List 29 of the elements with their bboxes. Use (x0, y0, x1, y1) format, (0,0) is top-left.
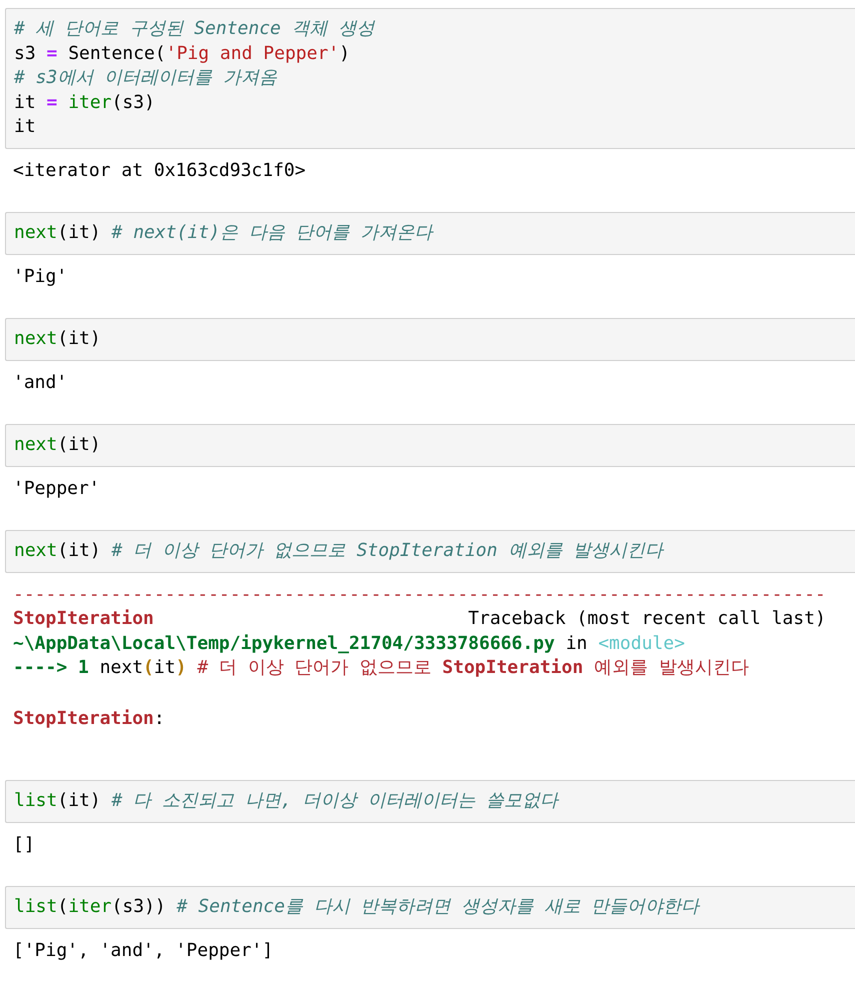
code-line: it = iter(s3) (14, 90, 155, 114)
code-cell[interactable]: next(it) # next(it)은 다음 단어를 가져온다 (5, 212, 855, 254)
code-cell[interactable]: next(it) (5, 318, 855, 360)
output-line: 'and' (13, 370, 68, 394)
code-line: next(it) # next(it)은 다음 단어를 가져온다 (14, 221, 432, 245)
traceback-line: StopIteration: (13, 706, 165, 730)
code-cell[interactable]: list(it) # 다 소진되고 나면, 더이상 이터레이터는 쓸모없다 (5, 780, 855, 822)
code-cell[interactable]: next(it) (5, 424, 855, 466)
code-cell[interactable]: next(it) # 더 이상 단어가 없으므로 StopIteration 예외를 발생시킨다 (5, 530, 855, 572)
traceback-line: ~\AppData\Local\Temp/ipykernel_21704/3333786666.py in <module> (13, 632, 685, 656)
code-line: list(iter(s3)) # Sentence를 다시 반복하려면 생성자를 새로 만들어야한다 (14, 895, 700, 919)
traceback-line: StopIteration Traceback (most recent call last) (13, 607, 826, 631)
traceback-line: --------------------------------------------------------------------------- (13, 582, 826, 606)
code-line: next(it) (14, 327, 101, 351)
code-line: it (14, 115, 36, 139)
code-cell[interactable]: list(iter(s3)) # Sentence를 다시 반복하려면 생성자를 새로 만들어야한다 (5, 886, 855, 928)
output-line: ['Pig', 'and', 'Pepper'] (13, 938, 274, 962)
code-line: next(it) (14, 433, 101, 457)
output-line: [] (13, 832, 35, 856)
code-line: # s3에서 이터레이터를 가져옴 (14, 66, 278, 90)
code-line: list(it) # 다 소진되고 나면, 더이상 이터레이터는 쓸모없다 (14, 789, 558, 813)
code-cell[interactable]: # 세 단어로 구성된 Sentence 객체 생성 s3 = Sentence('Pig and Pepper') # s3에서 이터레이터를 가져옴 it = iter(s3) it (5, 8, 855, 148)
code-line: # 세 단어로 구성된 Sentence 객체 생성 (14, 17, 375, 41)
code-line: next(it) # 더 이상 단어가 없으므로 StopIteration 예외를 발생시킨다 (14, 539, 664, 563)
code-line: s3 = Sentence('Pig and Pepper') (14, 42, 350, 66)
output-line: 'Pepper' (13, 476, 100, 500)
output-line: <iterator at 0x163cd93c1f0> (13, 158, 306, 182)
traceback-line: ----> 1 next(it) # 더 이상 단어가 없으므로 StopIteration 예외를 발생시킨다 (13, 656, 749, 680)
output-line: 'Pig' (13, 264, 68, 288)
